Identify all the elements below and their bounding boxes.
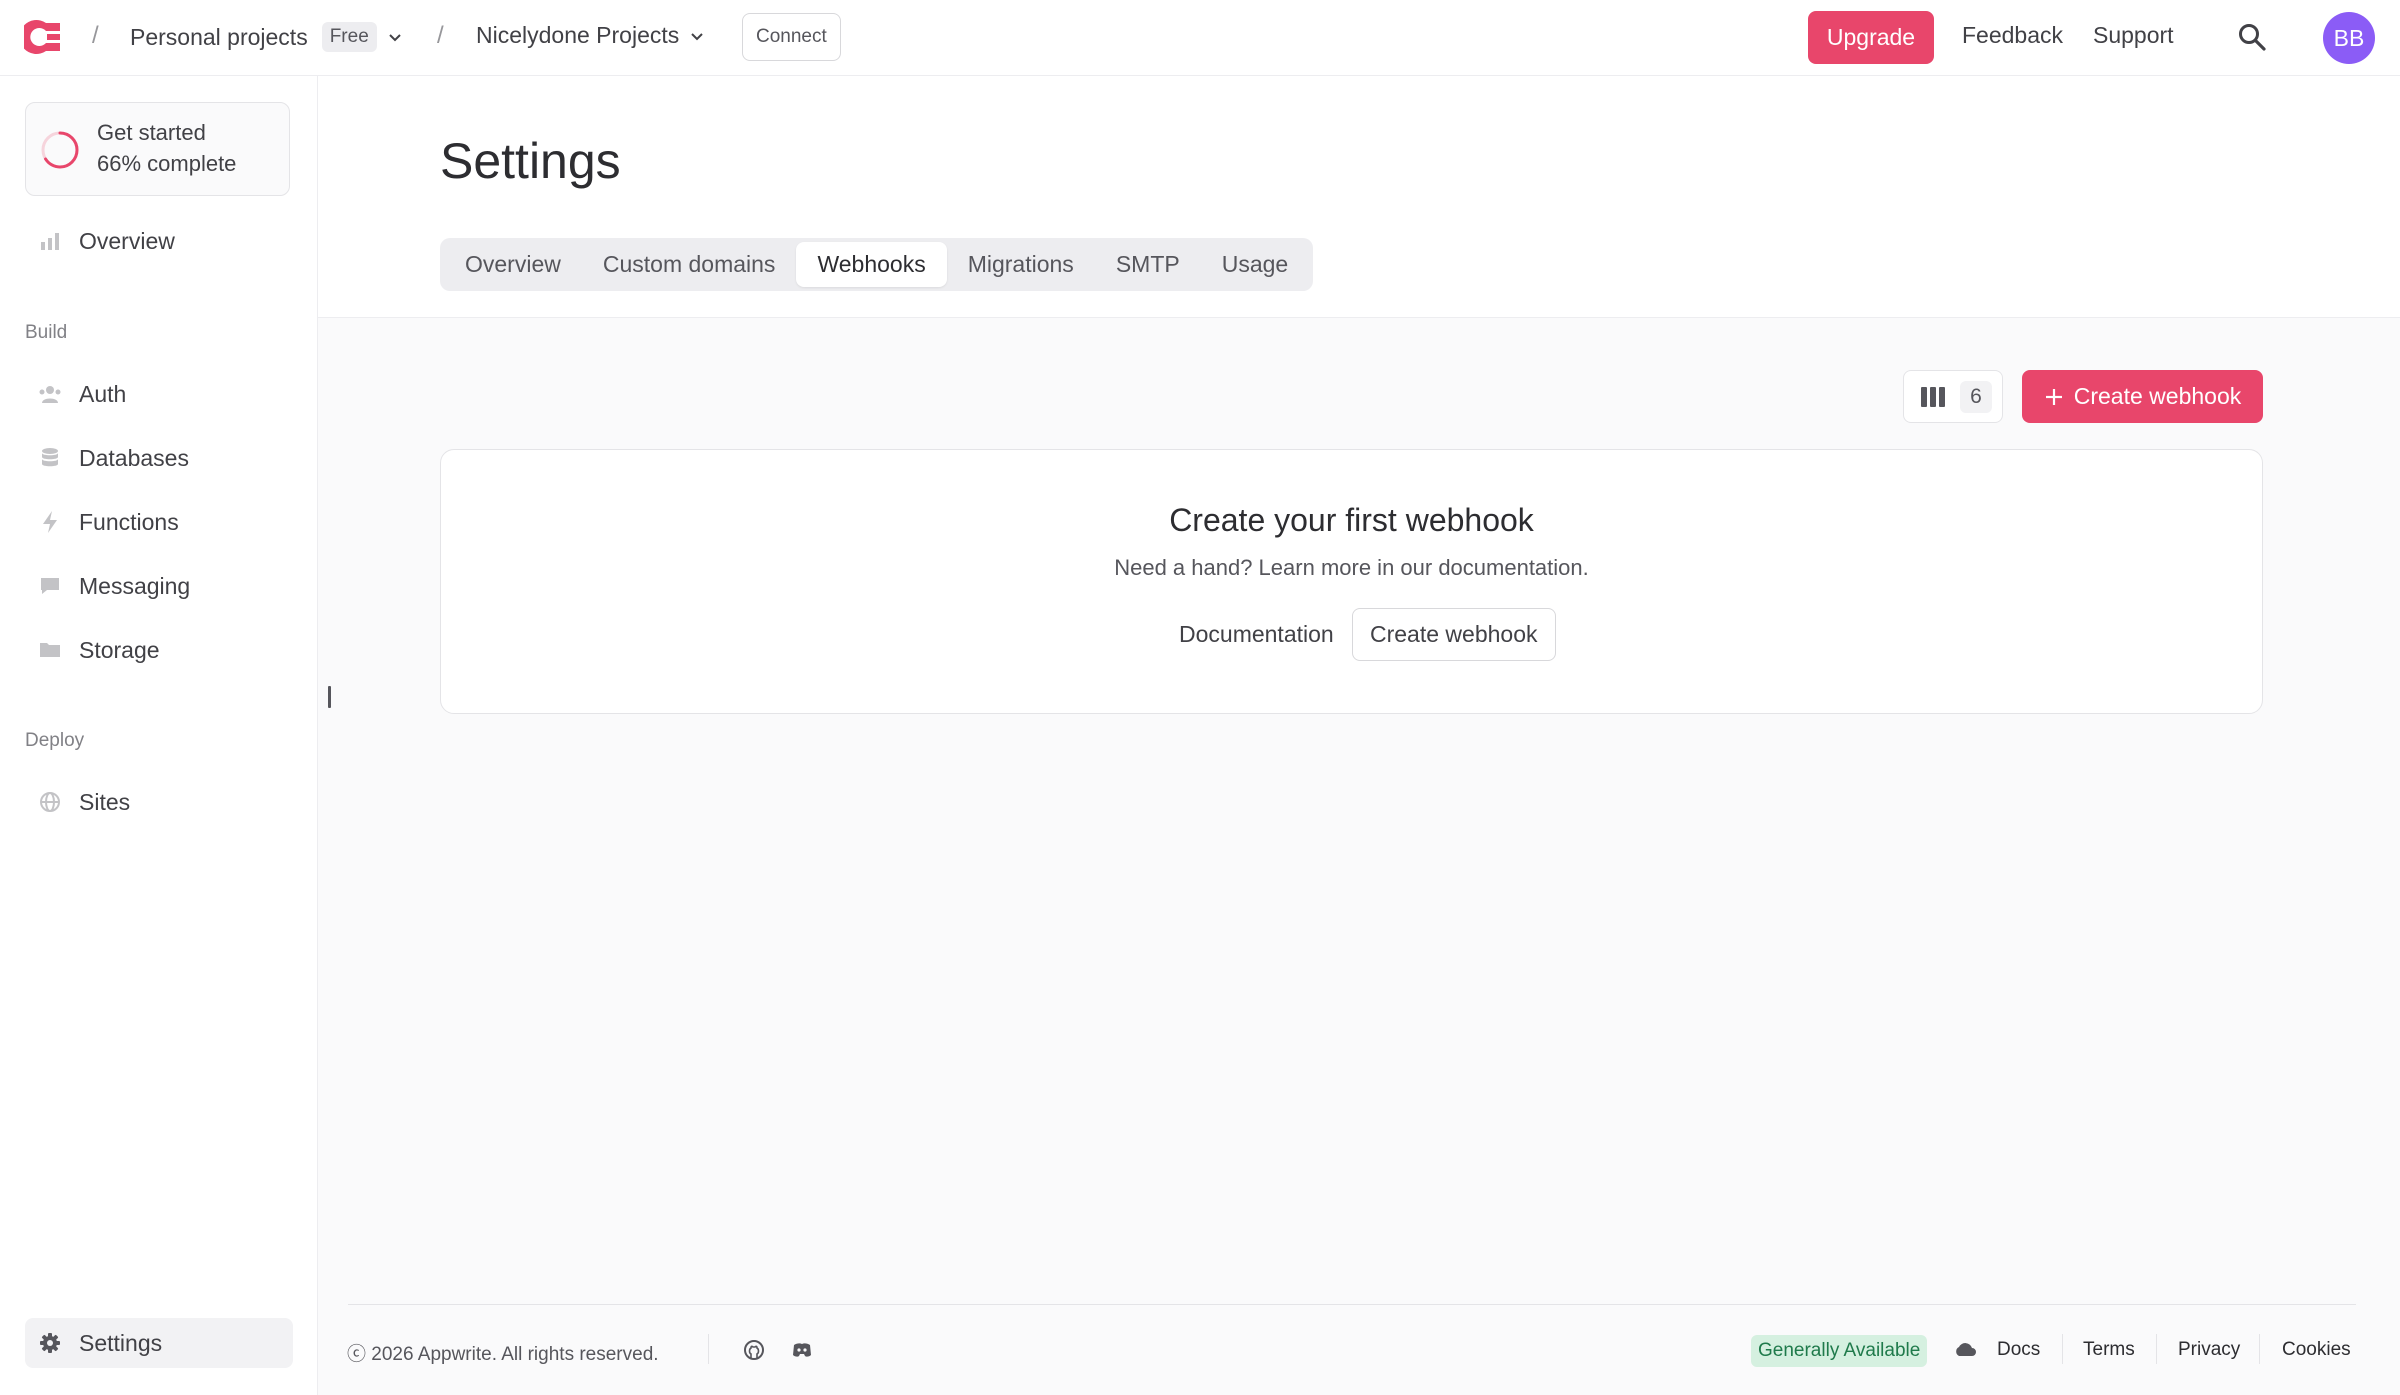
get-started-card[interactable]: Get started 66% complete <box>25 102 290 196</box>
sidebar-section-build: Build <box>25 322 68 343</box>
footer-link-docs[interactable]: Docs <box>1997 1339 2040 1361</box>
breadcrumb-separator: / <box>92 22 99 49</box>
columns-count: 6 <box>1960 380 1992 413</box>
progress-title: Get started <box>97 120 206 145</box>
progress-text: Get started 66% complete <box>97 117 236 179</box>
appwrite-logo-icon[interactable] <box>24 18 64 56</box>
sidebar-resize-handle[interactable] <box>328 686 331 708</box>
tab-custom-domains[interactable]: Custom domains <box>582 242 797 287</box>
top-bar: / Personal projects Free / Nicelydone Pr… <box>0 0 2400 76</box>
project-switcher[interactable]: Nicelydone Projects <box>476 22 705 49</box>
footer-separator <box>2259 1334 2260 1364</box>
search-icon[interactable] <box>2237 22 2267 52</box>
support-link[interactable]: Support <box>2093 22 2174 49</box>
footer-link-privacy[interactable]: Privacy <box>2178 1339 2240 1361</box>
globe-icon <box>37 789 63 815</box>
settings-tabs: Overview Custom domains Webhooks Migrati… <box>440 238 1314 291</box>
sidebar-item-settings[interactable]: Settings <box>25 1318 293 1368</box>
footer-separator <box>708 1334 709 1364</box>
empty-create-webhook-button[interactable]: Create webhook <box>1352 608 1556 661</box>
plus-icon <box>2045 388 2062 405</box>
plan-badge: Free <box>321 22 377 52</box>
sidebar-item-label: Overview <box>79 227 175 254</box>
footer-link-cookies[interactable]: Cookies <box>2282 1339 2351 1361</box>
tab-usage[interactable]: Usage <box>1201 242 1309 287</box>
sidebar-item-storage[interactable]: Storage <box>25 625 293 675</box>
progress-status: 66% complete <box>97 151 237 176</box>
sidebar-item-databases[interactable]: Databases <box>25 433 293 483</box>
sidebar-item-label: Sites <box>79 788 131 815</box>
org-switcher[interactable]: Personal projects Free <box>130 22 403 52</box>
empty-state-card: Create your first webhook Need a hand? L… <box>440 449 2263 714</box>
sidebar-section-deploy: Deploy <box>25 730 85 751</box>
gear-icon <box>37 1330 63 1356</box>
upgrade-button[interactable]: Upgrade <box>1808 11 1934 64</box>
footer-separator <box>2062 1334 2063 1364</box>
sidebar-item-functions[interactable]: Functions <box>25 497 293 547</box>
empty-state-title: Create your first webhook <box>1169 502 1534 538</box>
sidebar-item-label: Settings <box>79 1329 163 1356</box>
columns-icon <box>1921 386 1945 407</box>
discord-icon[interactable] <box>791 1339 813 1361</box>
sidebar-item-auth[interactable]: Auth <box>25 369 293 419</box>
chevron-down-icon <box>389 34 401 42</box>
documentation-button[interactable]: Documentation <box>1161 608 1352 661</box>
create-webhook-label: Create webhook <box>2073 383 2242 409</box>
lightning-icon <box>37 509 63 535</box>
sidebar: Get started 66% complete Overview Build … <box>0 76 318 1395</box>
tab-migrations[interactable]: Migrations <box>947 242 1095 287</box>
empty-state-subtitle: Need a hand? Learn more in our documenta… <box>1114 555 1589 580</box>
org-name: Personal projects <box>130 23 308 50</box>
create-webhook-button[interactable]: Create webhook <box>2022 370 2263 423</box>
sidebar-item-label: Storage <box>79 636 160 663</box>
database-icon <box>37 445 63 471</box>
tab-smtp[interactable]: SMTP <box>1095 242 1201 287</box>
chevron-down-icon <box>691 32 703 40</box>
users-icon <box>37 381 63 407</box>
sidebar-item-label: Messaging <box>79 572 191 599</box>
sidebar-item-label: Auth <box>79 380 127 407</box>
sidebar-item-label: Functions <box>79 508 179 535</box>
status-badge: Generally Available <box>1751 1335 1928 1367</box>
folder-icon <box>37 637 63 663</box>
avatar[interactable]: BB <box>2323 12 2375 64</box>
columns-button[interactable]: 6 <box>1903 370 2003 423</box>
copyright-text: ⓒ 2026 Appwrite. All rights reserved. <box>347 1344 659 1365</box>
sidebar-item-messaging[interactable]: Messaging <box>25 561 293 611</box>
footer-separator <box>2156 1334 2157 1364</box>
chat-bubble-icon <box>37 573 63 599</box>
bar-chart-icon <box>37 228 63 254</box>
github-icon[interactable] <box>743 1339 765 1361</box>
sidebar-item-label: Databases <box>79 444 189 471</box>
sidebar-item-sites[interactable]: Sites <box>25 777 293 827</box>
sidebar-item-overview[interactable]: Overview <box>25 216 293 266</box>
feedback-link[interactable]: Feedback <box>1962 22 2063 49</box>
tab-overview[interactable]: Overview <box>444 242 582 287</box>
progress-ring-icon <box>41 131 79 169</box>
page-title: Settings <box>440 133 621 189</box>
breadcrumb-separator: / <box>437 22 444 49</box>
tab-webhooks[interactable]: Webhooks <box>796 242 947 287</box>
footer-divider <box>348 1304 2356 1305</box>
project-name: Nicelydone Projects <box>476 22 680 48</box>
cloud-icon <box>1956 1343 1976 1356</box>
footer-link-terms[interactable]: Terms <box>2083 1339 2135 1361</box>
connect-button[interactable]: Connect <box>742 13 841 61</box>
